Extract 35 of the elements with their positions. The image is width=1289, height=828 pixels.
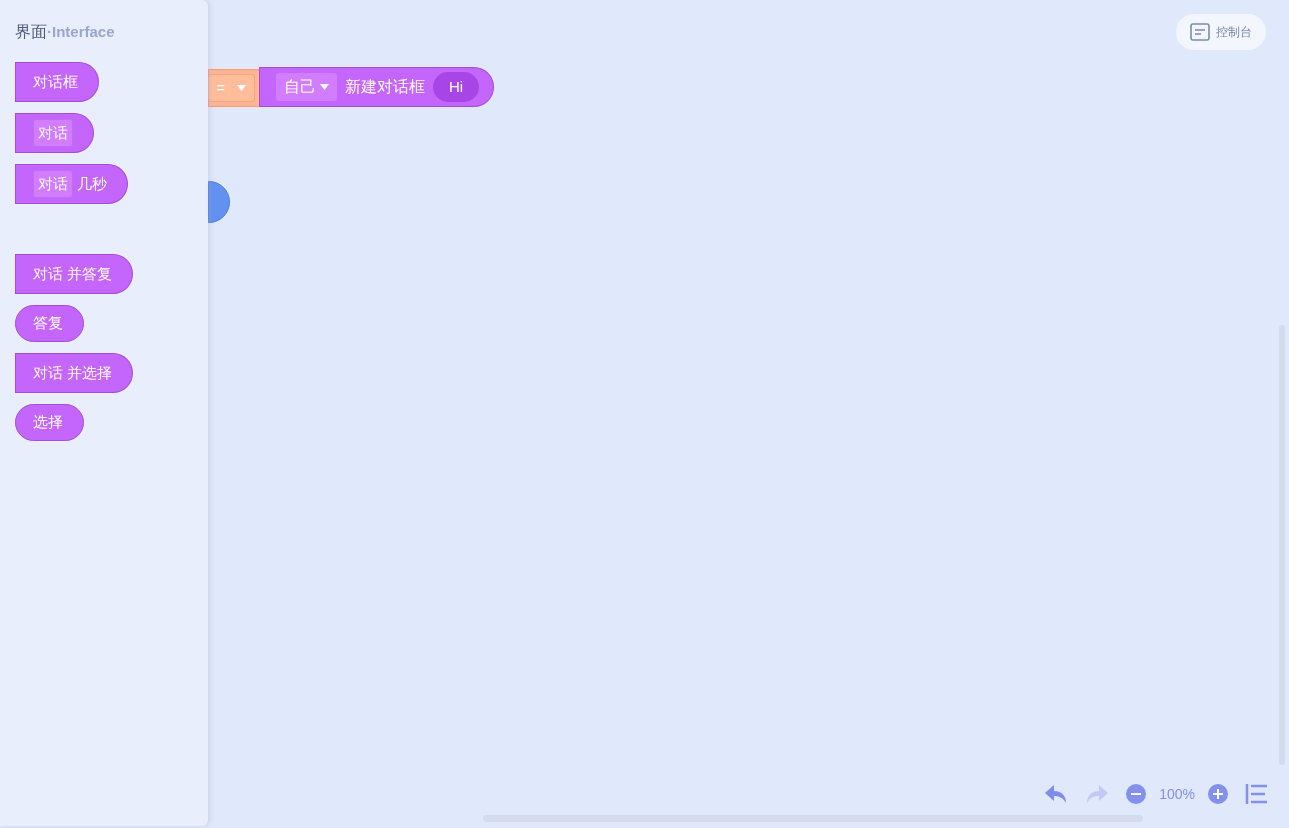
- event-block[interactable]: [208, 181, 230, 223]
- undo-button[interactable]: [1044, 784, 1069, 804]
- dialog-block[interactable]: 自己 新建对话框 Hi: [259, 67, 495, 107]
- dropdown-caret-icon: [237, 85, 246, 91]
- zoom-in-button[interactable]: [1208, 784, 1228, 804]
- code-block[interactable]: 选择: [15, 404, 84, 441]
- palette-subtitle: ·Interface: [47, 22, 115, 42]
- target-dropdown[interactable]: 自己: [276, 73, 337, 101]
- code-block[interactable]: 对话 并选择: [15, 353, 134, 393]
- operator-block[interactable]: =: [208, 69, 260, 107]
- block-label: 对话框: [33, 71, 78, 92]
- block-label: 对话 并选择: [33, 362, 113, 383]
- block-slot[interactable]: 对话: [33, 169, 73, 199]
- block-label: 对话 并答复: [33, 263, 113, 284]
- plus-icon: [1213, 789, 1223, 799]
- minus-icon: [1131, 793, 1142, 795]
- block-slot[interactable]: 对话: [33, 118, 73, 148]
- operator-dropdown[interactable]: =: [207, 74, 255, 102]
- zoom-level: 100%: [1159, 784, 1195, 804]
- console-icon: [1190, 23, 1210, 41]
- dropdown-caret-icon: [320, 84, 329, 90]
- block-label: 几秒: [77, 173, 107, 194]
- code-block[interactable]: 对话 几秒: [15, 164, 128, 204]
- code-block[interactable]: 对话: [15, 113, 94, 153]
- zoom-out-button[interactable]: [1126, 784, 1147, 804]
- code-block[interactable]: 对话框: [15, 62, 99, 102]
- code-block[interactable]: 对话 并答复: [15, 254, 134, 294]
- align-button[interactable]: [1245, 783, 1269, 805]
- console-button[interactable]: 控制台: [1176, 14, 1266, 50]
- block-label: 答复: [33, 313, 63, 334]
- message-input[interactable]: Hi: [433, 72, 480, 102]
- block-label: 选择: [33, 412, 63, 433]
- palette-title: 界面: [15, 22, 47, 42]
- block-label: 新建对话框: [345, 77, 425, 97]
- code-block[interactable]: 答复: [15, 305, 84, 342]
